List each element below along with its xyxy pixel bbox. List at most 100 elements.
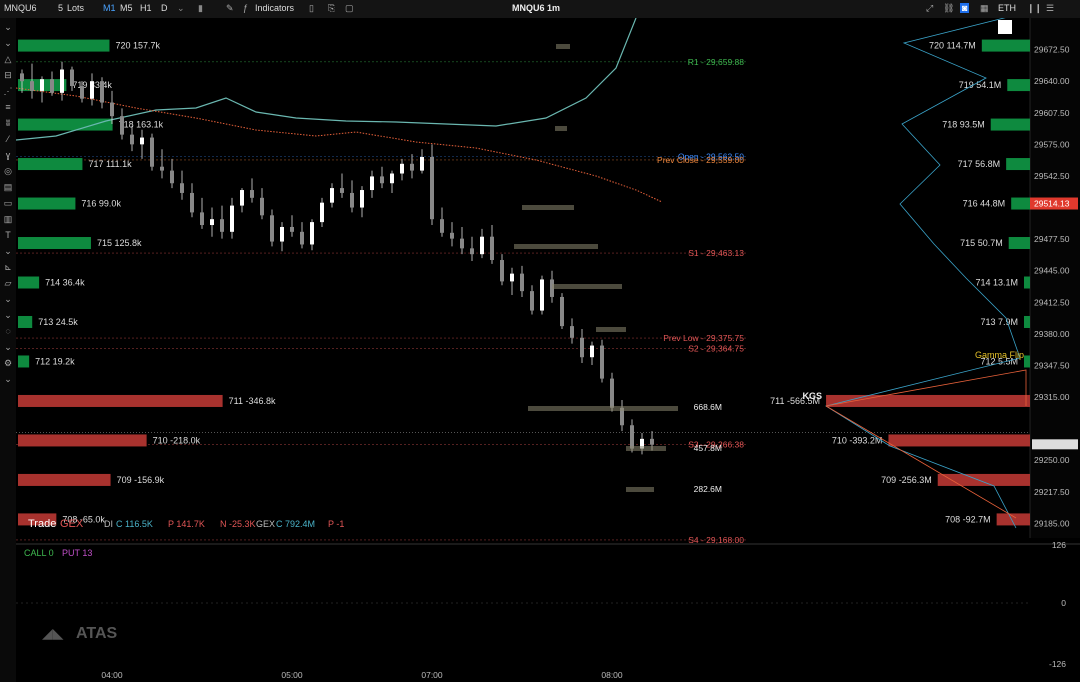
pause-icon[interactable]: ❙❙ xyxy=(1027,3,1042,14)
bar-type-icon[interactable]: ▮ xyxy=(198,3,203,14)
candle-body xyxy=(310,222,314,245)
brand-gex: GEX xyxy=(60,518,84,530)
left-gex-bar xyxy=(18,473,111,486)
left-gex-label: 711 -346.8k xyxy=(229,396,276,406)
candle-body xyxy=(120,116,124,135)
candle-body xyxy=(240,190,244,206)
lots-label: Lots xyxy=(67,3,85,13)
template-icon[interactable]: ⎘ xyxy=(328,3,335,14)
candle-body xyxy=(360,190,364,208)
candle-body xyxy=(650,438,654,445)
candle-body xyxy=(110,102,114,117)
lock-icon[interactable]: ▢ xyxy=(345,3,354,14)
left-gex-label: 715 125.8k xyxy=(97,238,142,248)
line-tool-icon[interactable]: △ xyxy=(3,54,13,64)
volume-cluster xyxy=(596,327,626,332)
lower-axis-tick: 0 xyxy=(1061,598,1066,608)
chevron-down-icon[interactable]: ⌄ xyxy=(3,374,13,384)
crosshair-icon[interactable]: ⤢ xyxy=(926,3,933,14)
eraser-tool-icon[interactable]: ◌ xyxy=(3,326,13,336)
right-gex-label: 718 93.5M xyxy=(942,120,985,130)
indicators-icon[interactable]: ƒ xyxy=(243,3,248,13)
volume-annotation: 282.6M xyxy=(694,484,722,494)
price-tick-label: 29640.00 xyxy=(1034,76,1070,86)
volume-cluster xyxy=(528,406,678,411)
brush-tool-icon[interactable]: ⁄ xyxy=(3,134,13,144)
camera-icon[interactable]: ◙ xyxy=(960,3,970,13)
time-axis-tick: 08:00 xyxy=(601,670,623,680)
left-gex-label: 720 157.7k xyxy=(115,41,160,51)
chevron-down-icon[interactable]: ⌄ xyxy=(3,310,13,320)
timeframe-m1[interactable]: M1 xyxy=(103,3,116,13)
candle-body xyxy=(220,219,224,232)
candle-body xyxy=(140,137,144,145)
drawing-tools-sidebar: ⌄ ⌄ △ ⊟ ⋰ ≡ ʬ ⁄ ɣ ◎ ▤ ▭ ▥ T ⌄ ⊾ ▱ ⌄ ⌄ ◌ … xyxy=(0,18,17,682)
link-icon[interactable]: ⛓ xyxy=(943,3,954,14)
mouse-icon[interactable]: ▯ xyxy=(309,3,314,14)
candle-body xyxy=(130,134,134,145)
chevron-down-icon[interactable]: ⌄ xyxy=(3,294,13,304)
fib-tool-icon[interactable]: ≡ xyxy=(3,102,13,112)
chevron-down-icon[interactable]: ⌄ xyxy=(3,246,13,256)
info-di: DI xyxy=(104,519,113,529)
measure-tool-icon[interactable]: ▤ xyxy=(3,182,13,192)
timeframe-d[interactable]: D xyxy=(161,3,168,13)
chevron-down-icon[interactable]: ⌄ xyxy=(3,342,13,352)
candle-body xyxy=(610,378,614,408)
calendar-icon[interactable]: ▦ xyxy=(980,3,989,14)
left-gex-bar xyxy=(18,118,113,131)
text-tool-icon[interactable]: T xyxy=(3,230,13,240)
candle-body xyxy=(50,79,54,93)
channel-tool-icon[interactable]: ⊟ xyxy=(3,70,13,80)
candle-body xyxy=(80,86,84,99)
ruler-tool-icon[interactable]: ▱ xyxy=(3,278,13,288)
timeframe-m5[interactable]: M5 xyxy=(120,3,133,13)
timeframe-h1[interactable]: H1 xyxy=(140,3,152,13)
price-chart[interactable]: 29672.50 29640.00 29607.50 29575.00 29542.50… xyxy=(16,18,1080,682)
price-tick-label: 29445.00 xyxy=(1034,266,1070,276)
settings-icon[interactable]: ⚙ xyxy=(3,358,13,368)
chevron-down-icon[interactable]: ⌄ xyxy=(3,22,13,32)
info-calls: C 116.5K xyxy=(116,519,153,529)
left-gex-bar xyxy=(18,237,91,250)
lots-value[interactable]: 5 xyxy=(58,3,63,13)
time-axis-tick: 07:00 xyxy=(421,670,443,680)
right-gex-bar xyxy=(826,394,1030,407)
chevron-down-icon[interactable]: ⌄ xyxy=(177,3,185,14)
price-tick-label: 29250.00 xyxy=(1034,455,1070,465)
play-marker xyxy=(998,20,1012,34)
exchange-session[interactable]: ETH xyxy=(998,3,1016,13)
right-gex-bar xyxy=(1011,197,1030,210)
trend-tool-icon[interactable]: ⊾ xyxy=(3,262,13,272)
pattern-tool-icon[interactable]: ʬ xyxy=(3,118,13,128)
volume-cluster xyxy=(626,487,654,492)
menu-icon[interactable]: ☰ xyxy=(1046,3,1054,14)
price-tick-label: 29607.50 xyxy=(1034,108,1070,118)
chevron-down-icon[interactable]: ⌄ xyxy=(3,38,13,48)
right-gex-label: 709 -256.3M xyxy=(881,475,932,485)
pencil-icon[interactable]: ✎ xyxy=(226,3,234,14)
info-gex-calls: C 792.4M xyxy=(276,519,315,529)
volume-cluster xyxy=(522,205,574,210)
volume-annotation: 457.8M xyxy=(694,443,722,453)
level-label: Prev Low - 29,375.75 xyxy=(663,333,744,343)
candle xyxy=(600,339,604,383)
candle-body xyxy=(500,260,504,282)
top-toolbar: MNQU6 5 Lots M1 M5 H1 D ⌄ ▮ ✎ ƒ Indicato… xyxy=(0,0,1080,19)
candle-body xyxy=(260,197,264,216)
curve-tool-icon[interactable]: ɣ xyxy=(3,150,13,160)
rectangle-tool-icon[interactable]: ▭ xyxy=(3,198,13,208)
zoom-tool-icon[interactable]: ◎ xyxy=(3,166,13,176)
candle-body xyxy=(180,183,184,193)
left-gex-bar xyxy=(18,39,110,52)
candle-body xyxy=(350,192,354,208)
volume-cluster xyxy=(514,244,598,249)
indicators-button[interactable]: Indicators xyxy=(255,3,294,13)
price-tick-label: 29185.00 xyxy=(1034,518,1070,528)
candle-body xyxy=(160,166,164,171)
volume-profile-icon[interactable]: ▥ xyxy=(3,214,13,224)
right-gex-bar xyxy=(1024,315,1030,328)
ray-tool-icon[interactable]: ⋰ xyxy=(3,86,13,96)
right-gex-bar xyxy=(1006,158,1030,171)
symbol-label[interactable]: MNQU6 xyxy=(4,3,37,13)
